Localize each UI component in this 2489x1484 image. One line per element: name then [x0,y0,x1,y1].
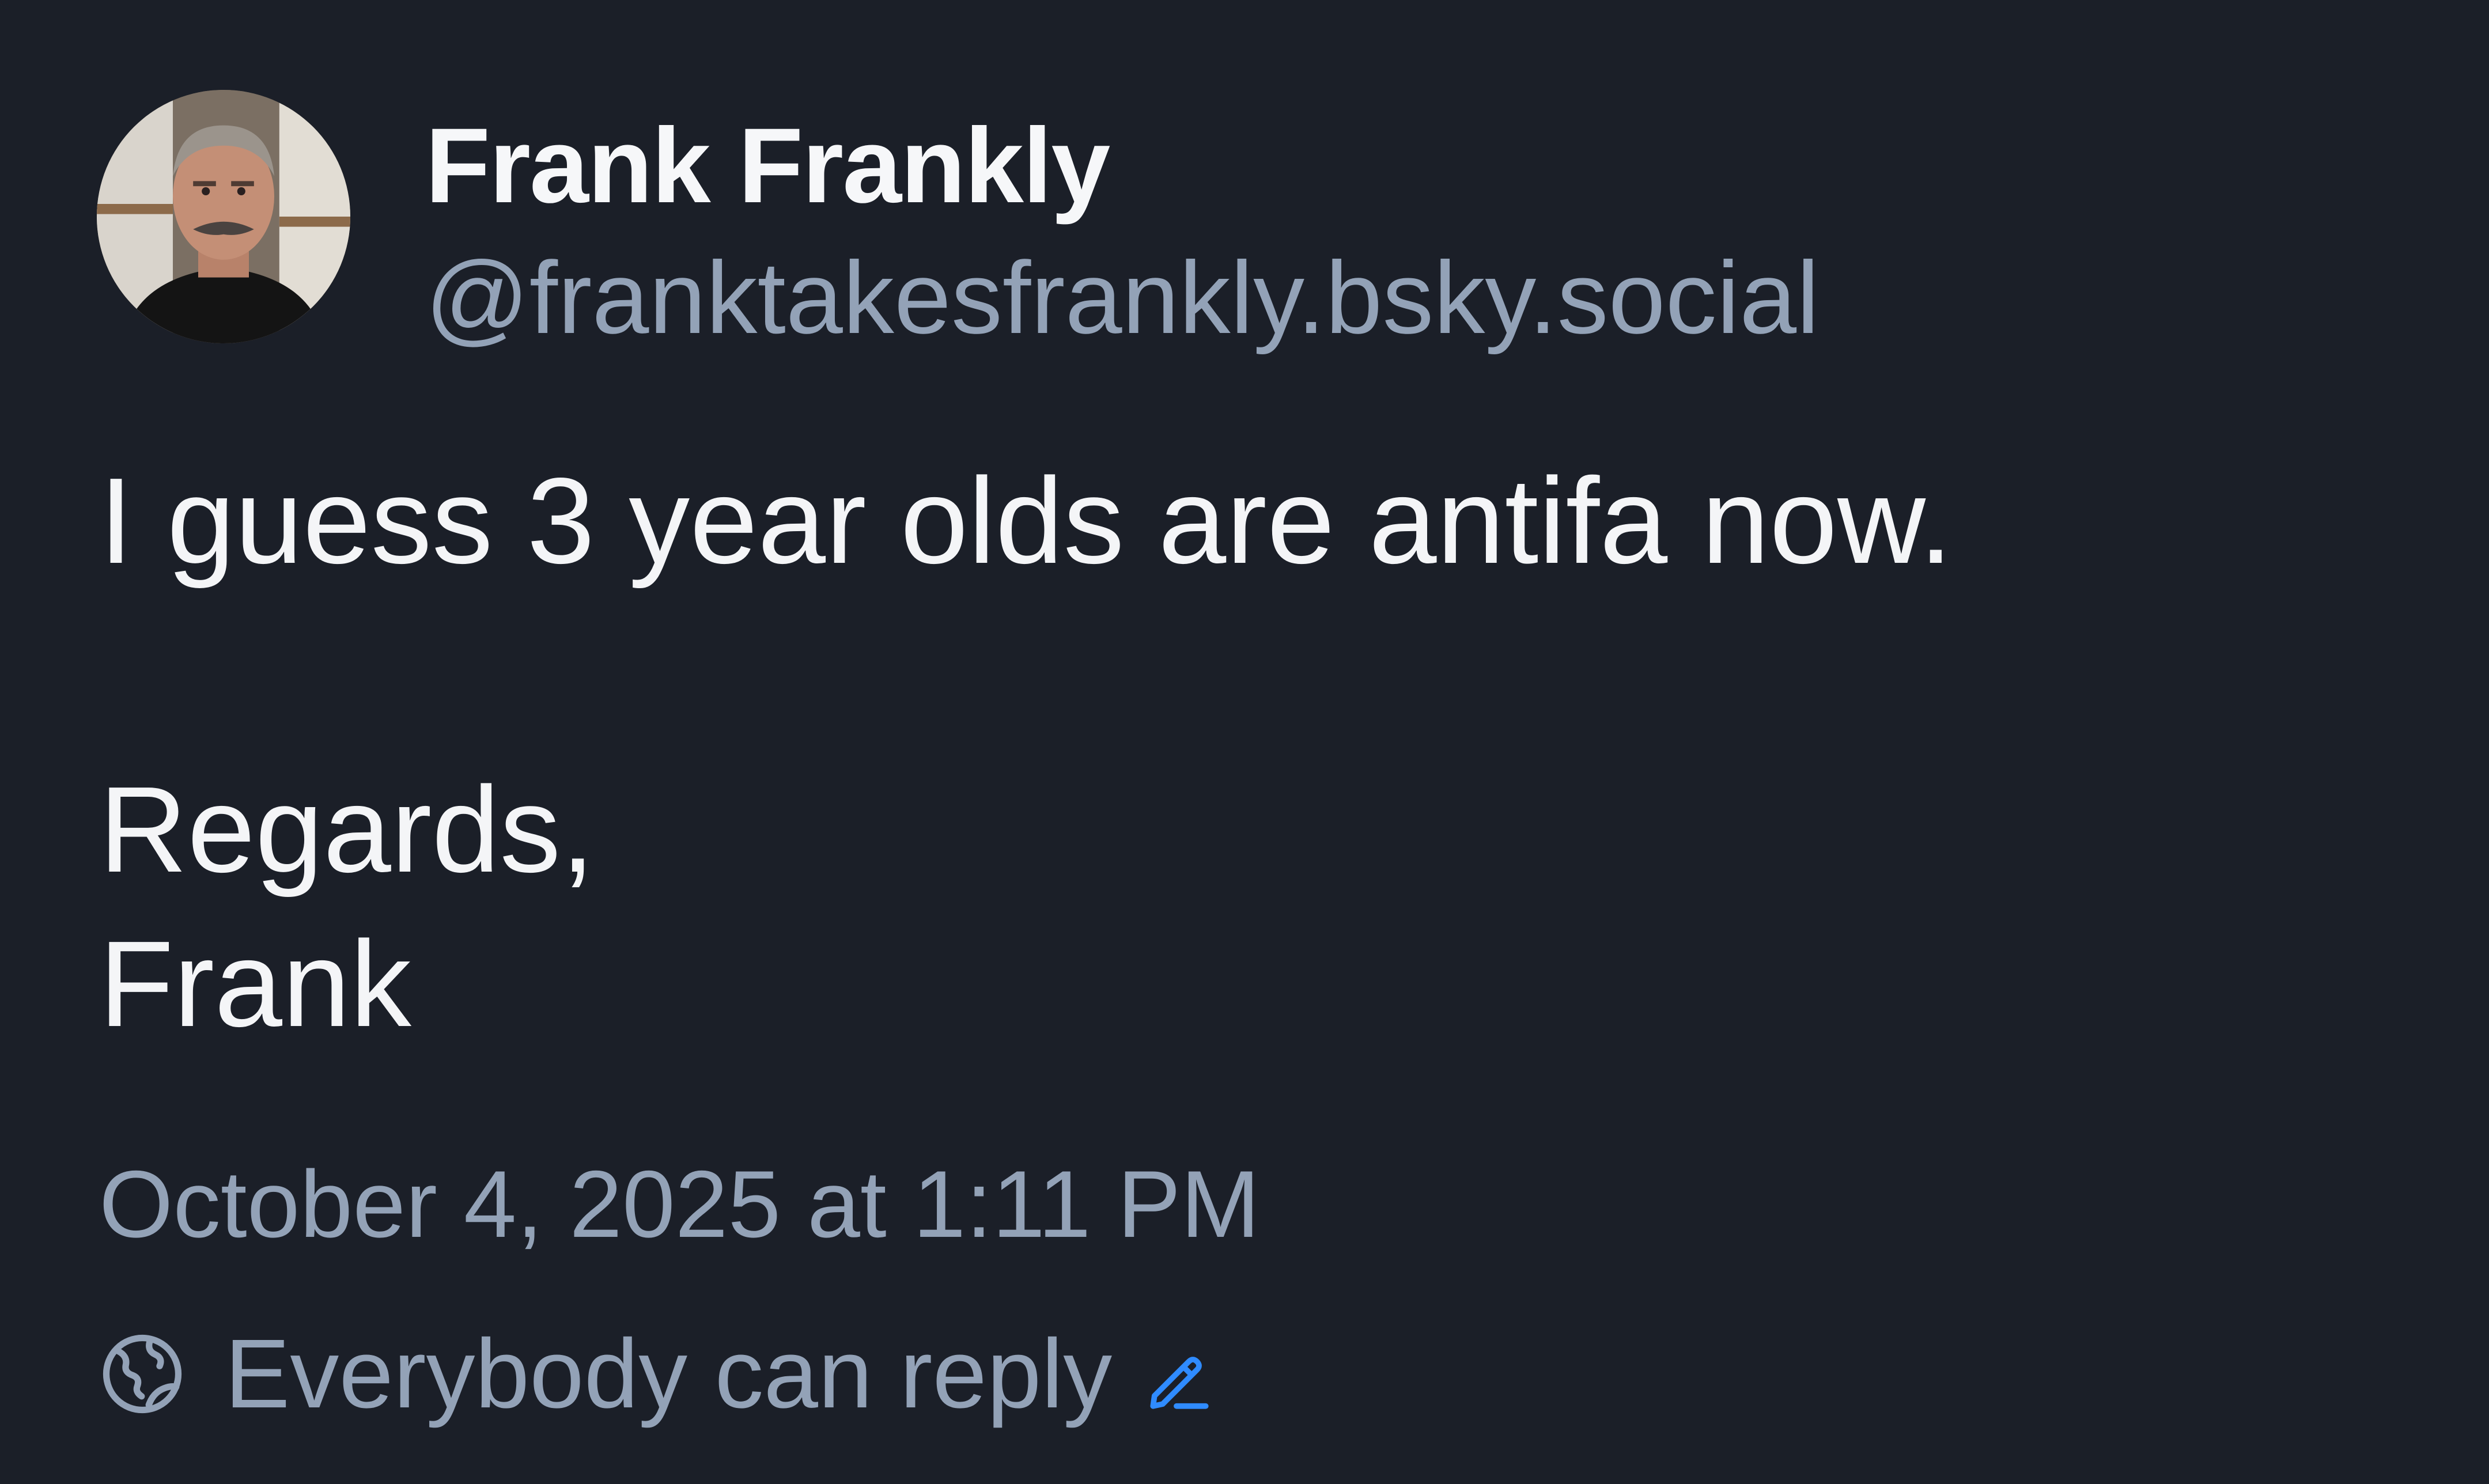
post-card: Frank Frankly @franktakesfrankly.bsky.so… [0,0,2489,1484]
post-text-line: Regards, [99,761,595,898]
reply-settings[interactable]: Everybody can reply [99,1311,1215,1437]
post-timestamp: October 4, 2025 at 1:11 PM [99,1151,1260,1257]
avatar-image [97,90,350,343]
pencil-icon[interactable] [1144,1345,1215,1415]
globe-icon [99,1331,186,1417]
author-display-name[interactable]: Frank Frankly [425,103,1110,229]
avatar[interactable] [97,90,350,343]
post-text-line: I guess 3 year olds are antifa now. [99,452,1953,589]
reply-settings-label: Everybody can reply [225,1319,1113,1429]
post-text-line: Frank [99,915,411,1052]
post-body: I guess 3 year olds are antifa now. Rega… [99,444,2404,1061]
author-handle[interactable]: @franktakesfrankly.bsky.social [425,237,1820,358]
